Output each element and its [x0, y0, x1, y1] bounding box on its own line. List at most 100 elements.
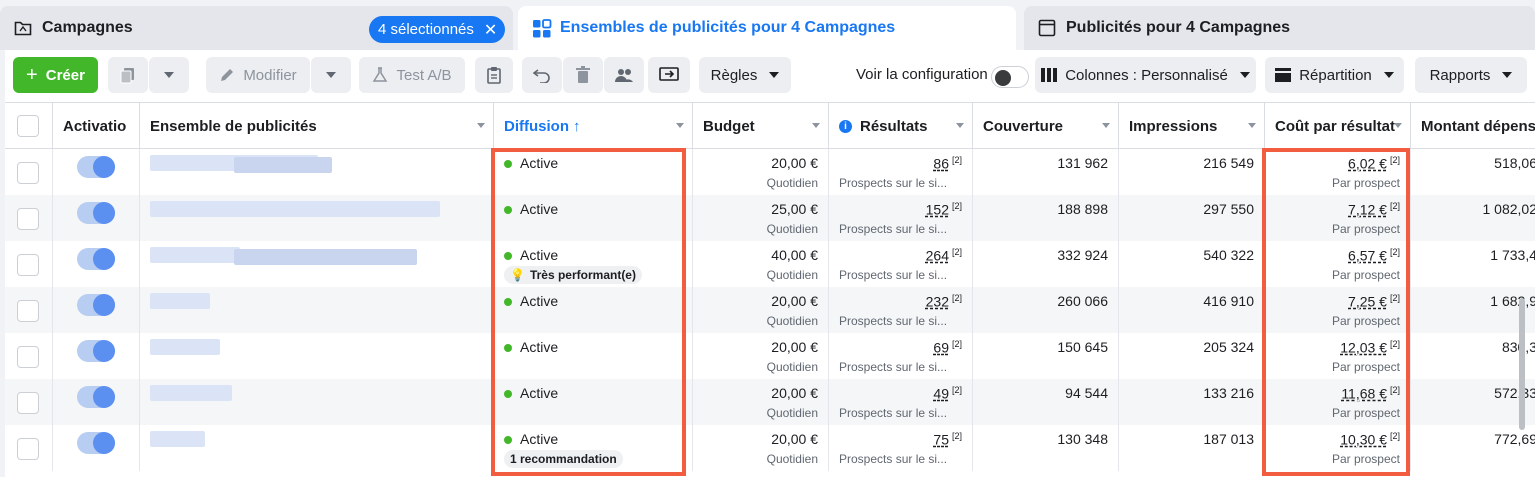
- cost-value[interactable]: 6,57 €: [1348, 248, 1387, 264]
- delivery-cell: Active: [494, 287, 693, 333]
- table-row[interactable]: Active 20,00 € Quotidien 86 [2] Prospects s…: [5, 149, 1535, 195]
- selected-count-badge[interactable]: 4 sélectionnés ✕: [369, 16, 506, 43]
- modify-label: Modifier: [243, 66, 297, 84]
- modify-dropdown[interactable]: [311, 57, 351, 93]
- vertical-scrollbar[interactable]: [1519, 298, 1525, 430]
- adset-name-cell[interactable]: [140, 195, 494, 241]
- activation-toggle[interactable]: [77, 294, 115, 316]
- sort-asc-icon: ↑: [573, 117, 581, 135]
- tab-adsets[interactable]: Ensembles de publicités pour 4 Campagnes: [518, 6, 1016, 50]
- duplicate-button[interactable]: [108, 57, 148, 93]
- activation-toggle[interactable]: [77, 386, 115, 408]
- budget-cell[interactable]: 25,00 € Quotidien: [693, 195, 829, 241]
- redacted-name: [150, 431, 205, 447]
- clipboard-button[interactable]: [475, 57, 513, 93]
- table-row[interactable]: Active 💡 Très performant(e) 40,00 € Quotidi…: [5, 241, 1535, 287]
- select-cell: [5, 149, 53, 195]
- tab-ads[interactable]: Publicités pour 4 Campagnes: [1024, 6, 1535, 50]
- cost-value[interactable]: 11,68 €: [1341, 386, 1387, 402]
- results-type: Prospects sur le si...: [839, 222, 948, 236]
- adset-name-cell[interactable]: [140, 149, 494, 195]
- header-activation[interactable]: Activatio: [53, 103, 140, 149]
- ab-test-button[interactable]: Test A/B: [359, 57, 465, 93]
- chevron-down-icon: [326, 72, 336, 78]
- cost-value[interactable]: 6,02 €: [1348, 156, 1387, 172]
- delete-button[interactable]: [563, 57, 603, 93]
- budget-cell[interactable]: 20,00 € Quotidien: [693, 379, 829, 425]
- delivery-status: Active: [520, 155, 559, 171]
- tab-bar: Campagnes 4 sélectionnés ✕ Ensembles de …: [0, 0, 1535, 50]
- budget-cell[interactable]: 20,00 € Quotidien: [693, 425, 829, 471]
- results-type: Prospects sur le si...: [839, 452, 948, 466]
- breakdown-button[interactable]: Répartition: [1265, 57, 1404, 93]
- header-spent[interactable]: Montant dépensé: [1411, 103, 1535, 149]
- delivery-badge[interactable]: 1 recommandation: [504, 450, 623, 468]
- header-impressions[interactable]: Impressions: [1119, 103, 1265, 149]
- delivery-cell: Active: [494, 333, 693, 379]
- cost-cell: 12,03 € [2] Par prospect: [1265, 333, 1411, 379]
- view-config-toggle[interactable]: [991, 66, 1029, 88]
- row-checkbox[interactable]: [17, 208, 39, 230]
- results-value[interactable]: 75: [933, 432, 949, 448]
- cost-type: Par prospect: [1331, 222, 1400, 236]
- table-row[interactable]: Active 20,00 € Quotidien 49 [2] Prospects s…: [5, 379, 1535, 425]
- adset-name-cell[interactable]: [140, 425, 494, 471]
- cost-value[interactable]: 12,03 €: [1340, 340, 1387, 356]
- results-value[interactable]: 264: [926, 248, 949, 264]
- budget-type: Quotidien: [766, 406, 818, 420]
- row-checkbox[interactable]: [17, 162, 39, 184]
- row-checkbox[interactable]: [17, 346, 39, 368]
- activation-toggle[interactable]: [77, 432, 115, 454]
- audience-button[interactable]: [604, 57, 644, 93]
- results-value[interactable]: 69: [933, 340, 949, 356]
- table-row[interactable]: Active 20,00 € Quotidien 69 [2] Prospects s…: [5, 333, 1535, 379]
- adset-name-cell[interactable]: [140, 333, 494, 379]
- results-value[interactable]: 152: [926, 202, 949, 218]
- results-value[interactable]: 49: [933, 386, 949, 402]
- duplicate-dropdown[interactable]: [149, 57, 189, 93]
- rules-button[interactable]: Règles: [699, 57, 791, 93]
- header-budget[interactable]: Budget: [693, 103, 829, 149]
- results-cell: 152 [2] Prospects sur le si...: [829, 195, 973, 241]
- reports-button[interactable]: Rapports: [1415, 57, 1527, 93]
- select-all-checkbox[interactable]: [17, 115, 39, 137]
- header-reach[interactable]: Couverture: [973, 103, 1119, 149]
- cost-value[interactable]: 10,30 €: [1340, 432, 1387, 448]
- activation-toggle[interactable]: [77, 202, 115, 224]
- activation-toggle[interactable]: [77, 248, 115, 270]
- undo-button[interactable]: [522, 57, 562, 93]
- row-checkbox[interactable]: [17, 392, 39, 414]
- adset-name-cell[interactable]: [140, 379, 494, 425]
- row-checkbox[interactable]: [17, 254, 39, 276]
- activation-toggle[interactable]: [77, 156, 115, 178]
- close-icon[interactable]: ✕: [484, 20, 497, 40]
- results-value[interactable]: 86: [933, 156, 949, 172]
- table-row[interactable]: Active 25,00 € Quotidien 152 [2] Prospects …: [5, 195, 1535, 241]
- budget-cell[interactable]: 20,00 € Quotidien: [693, 333, 829, 379]
- adset-name-cell[interactable]: [140, 241, 494, 287]
- cost-value[interactable]: 7,12 €: [1348, 202, 1387, 218]
- modify-button[interactable]: Modifier: [206, 57, 310, 93]
- reach-value: 332 924: [1057, 247, 1108, 263]
- header-cost[interactable]: Coût par résultat: [1265, 103, 1411, 149]
- table-row[interactable]: Active 1 recommandation 20,00 € Quotidien …: [5, 425, 1535, 471]
- row-checkbox[interactable]: [17, 300, 39, 322]
- results-value[interactable]: 232: [926, 294, 949, 310]
- delivery-badge[interactable]: 💡 Très performant(e): [504, 266, 642, 284]
- activation-toggle[interactable]: [77, 340, 115, 362]
- header-adset[interactable]: Ensemble de publicités: [140, 103, 494, 149]
- delivery-status: Active: [520, 385, 559, 401]
- budget-cell[interactable]: 20,00 € Quotidien: [693, 287, 829, 333]
- budget-cell[interactable]: 40,00 € Quotidien: [693, 241, 829, 287]
- info-icon[interactable]: i: [839, 119, 852, 133]
- header-results[interactable]: i Résultats: [829, 103, 973, 149]
- columns-button[interactable]: Colonnes : Personnalisé: [1035, 57, 1256, 93]
- row-checkbox[interactable]: [17, 438, 39, 460]
- cost-value[interactable]: 7,25 €: [1348, 294, 1387, 310]
- table-row[interactable]: Active 20,00 € Quotidien 232 [2] Prospects …: [5, 287, 1535, 333]
- create-button[interactable]: + Créer: [13, 57, 98, 93]
- preview-button[interactable]: [648, 57, 690, 93]
- header-delivery[interactable]: Diffusion ↑: [494, 103, 693, 149]
- adset-name-cell[interactable]: [140, 287, 494, 333]
- budget-cell[interactable]: 20,00 € Quotidien: [693, 149, 829, 195]
